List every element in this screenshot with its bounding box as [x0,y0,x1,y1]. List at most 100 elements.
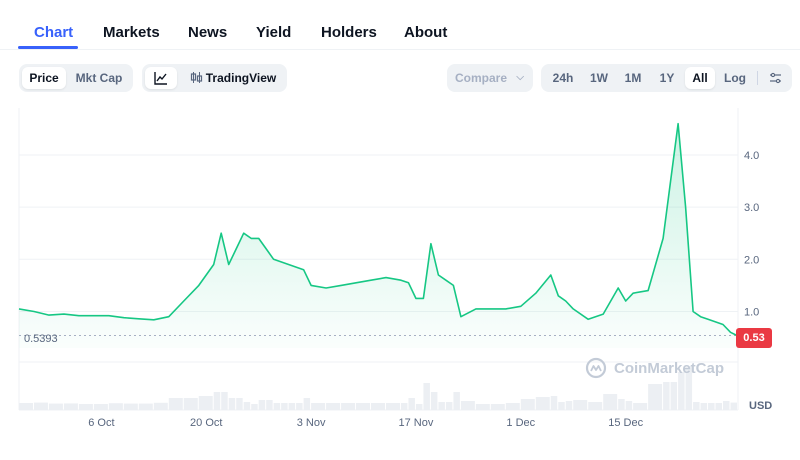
volume-bar [663,382,670,410]
line-chart-button[interactable] [145,67,177,89]
low-price-label: 0.5393 [24,333,58,345]
tab-holders[interactable]: Holders [321,24,377,41]
volume-bar [453,392,460,410]
volume-bar [445,402,453,410]
tab-news[interactable]: News [188,24,227,41]
volume-bar [550,396,558,410]
volume-bar [266,400,273,410]
volume-bar [385,403,400,410]
volume-bar [520,399,535,410]
volume-bar [700,403,708,410]
volume-bar [183,398,198,410]
volume-bar [198,396,213,410]
volume-bar [423,383,430,410]
y-tick-label: 3.0 [744,202,759,214]
price-chart[interactable]: 1.0 2.0 3.0 4.0 6 Oct 20 Oct 3 Nov 17 Nov 1 Dec… [0,100,800,440]
candlestick-icon [190,72,202,83]
volume-bar [243,402,251,410]
y-tick-label: 1.0 [744,306,759,318]
price-option[interactable]: Price [22,67,66,89]
volume-bar [326,403,341,410]
chart-style-toggle: TradingView [142,64,287,92]
compare-dropdown[interactable]: Compare ⌵ [447,64,533,92]
volume-bar [573,400,588,410]
current-price-badge: 0.53 [736,328,772,348]
volume-bar [63,403,78,410]
y-axis-ticks: 1.0 2.0 3.0 4.0 [744,150,759,319]
volume-bar [715,403,723,410]
active-tab-indicator [18,46,78,49]
tab-yield[interactable]: Yield [256,24,291,41]
volume-bar [693,402,700,410]
volume-bar [415,404,423,410]
metric-toggle: Price Mkt Cap [19,64,133,92]
volume-bar [228,398,236,410]
volume-bar [625,401,633,410]
volume-bar [273,403,281,410]
line-chart-icon [154,72,167,85]
range-1m[interactable]: 1M [617,67,649,89]
volume-bar [296,403,303,410]
volume-bar [93,404,108,410]
time-range-selector: 24h 1W 1M 1Y All Log [541,64,792,92]
volume-bar [153,402,168,410]
volume-bar [236,398,243,410]
volume-bar [341,403,356,410]
y-tick-label: 4.0 [744,150,759,162]
mkt-cap-option[interactable]: Mkt Cap [68,67,130,89]
y-tick-label: 2.0 [744,254,759,266]
volume-bar [730,402,737,410]
tab-chart[interactable]: Chart [34,24,73,41]
volume-bar [400,403,408,410]
volume-bar [475,404,490,410]
volume-bar [108,403,123,410]
tradingview-button[interactable]: TradingView [182,67,284,89]
volume-bar [565,401,573,410]
volume-bar [303,398,311,410]
chevron-down-icon: ⌵ [516,72,524,83]
volume-bar [123,403,138,410]
x-axis-ticks: 6 Oct 20 Oct 3 Nov 17 Nov 1 Dec 15 Dec [88,417,643,429]
coinmarketcap-logo-icon [585,357,607,379]
volume-bar [460,401,475,410]
volume-bar [505,403,520,410]
volume-bar [633,403,648,410]
volume-bar [288,403,296,410]
toolbar-divider [757,71,758,85]
volume-bar [648,384,663,410]
volume-bar [138,403,153,410]
tab-markets[interactable]: Markets [103,24,160,41]
range-1y[interactable]: 1Y [651,67,683,89]
chart-settings-button[interactable] [763,67,787,89]
volume-bar [430,392,438,410]
volume-bar [48,403,63,410]
volume-bar [558,402,565,410]
volume-bar [258,400,266,410]
price-area-fill [19,123,738,348]
volume-bar [311,403,326,410]
volume-bar [708,403,715,410]
volume-bar [168,398,183,410]
price-chart-svg[interactable]: 1.0 2.0 3.0 4.0 6 Oct 20 Oct 3 Nov 17 Nov 1 Dec… [0,100,800,440]
tab-bar: Chart Markets News Yield Holders About [0,0,800,50]
volume-bar [371,403,385,410]
volume-bar [33,402,48,410]
x-tick-label: 17 Nov [399,417,434,429]
volume-bar [723,401,730,410]
compare-label: Compare [455,71,508,85]
volume-bar [221,392,228,410]
tab-about[interactable]: About [404,24,447,41]
volume-bar [535,397,550,410]
volume-bar [356,403,371,410]
range-1w[interactable]: 1W [583,67,615,89]
volume-bar [213,392,221,410]
log-scale-button[interactable]: Log [718,67,752,89]
range-24h[interactable]: 24h [545,67,581,89]
x-tick-label: 1 Dec [506,417,535,429]
volume-bar [603,394,618,410]
range-all[interactable]: All [685,67,715,89]
volume-bar [251,404,258,410]
volume-bar [281,403,288,410]
x-tick-label: 15 Dec [608,417,643,429]
x-tick-label: 20 Oct [190,417,222,429]
